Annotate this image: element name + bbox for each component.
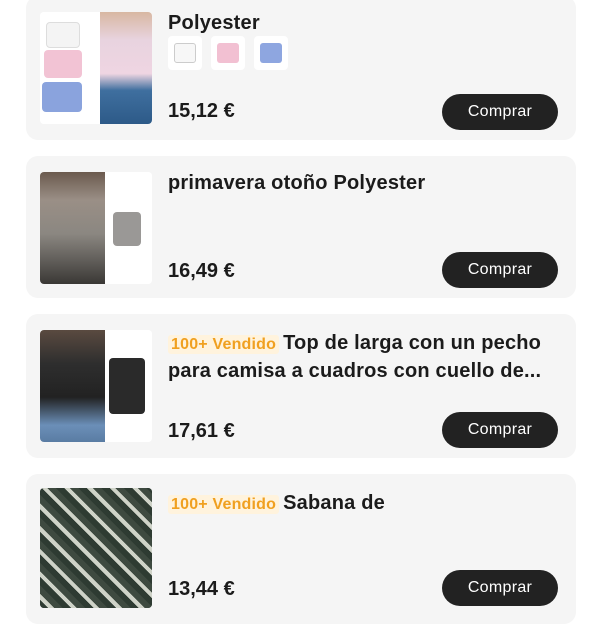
product-card[interactable]: 100+ Vendido Top de larga con un pecho pa… — [26, 314, 576, 458]
product-price: 13,44 € — [168, 578, 235, 600]
flat-shirt-image — [104, 172, 152, 284]
product-title[interactable]: 100+ Vendido Sabana de — [168, 490, 558, 518]
product-card[interactable]: primavera otoño Polyester 16,49 € Compra… — [26, 156, 576, 298]
buy-button[interactable]: Comprar — [442, 412, 558, 448]
model-photo — [40, 172, 105, 284]
product-image[interactable] — [40, 12, 152, 124]
buy-button[interactable]: Comprar — [442, 570, 558, 606]
product-card[interactable]: 100+ Vendido Sabana de 13,44 € Comprar — [26, 474, 576, 624]
product-title[interactable]: 100+ Vendido Top de larga con un pecho pa… — [168, 330, 558, 384]
swatch-white-shirt[interactable] — [168, 36, 202, 70]
product-title[interactable]: Polyester — [168, 10, 558, 36]
swatch-pink-shirt[interactable] — [211, 36, 245, 70]
product-image[interactable] — [40, 172, 152, 284]
product-title-text[interactable]: Sabana de — [283, 492, 385, 514]
product-price: 17,61 € — [168, 420, 235, 442]
product-price: 15,12 € — [168, 100, 235, 122]
model-photo — [100, 12, 152, 124]
buy-button[interactable]: Comprar — [442, 252, 558, 288]
product-title-text[interactable]: primavera otoño Polyester — [168, 172, 425, 194]
product-title[interactable]: primavera otoño Polyester — [168, 170, 558, 196]
sold-badge: 100+ Vendido — [168, 335, 280, 354]
shirt-stack-image — [40, 12, 101, 124]
swatch-blue-shirt[interactable] — [254, 36, 288, 70]
flat-shirt-image — [104, 330, 152, 442]
model-photo — [40, 488, 152, 608]
product-card[interactable]: Polyester 15,12 € Comprar — [26, 0, 576, 140]
product-image[interactable] — [40, 488, 152, 608]
model-photo — [40, 330, 105, 442]
product-image[interactable] — [40, 330, 152, 442]
product-title-text[interactable]: Polyester — [168, 12, 260, 34]
product-price: 16,49 € — [168, 260, 235, 282]
sold-badge: 100+ Vendido — [168, 495, 280, 514]
buy-button[interactable]: Comprar — [442, 94, 558, 130]
